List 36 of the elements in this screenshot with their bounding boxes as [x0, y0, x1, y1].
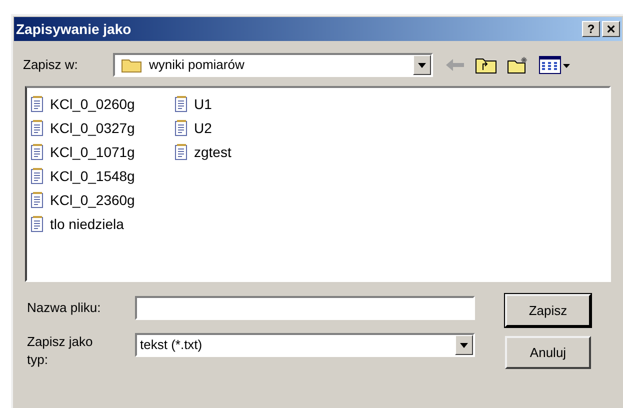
file-type-label: Zapisz jako typ:	[27, 333, 94, 369]
file-item[interactable]: KCl_0_0327g	[31, 116, 171, 140]
file-item[interactable]: tlo niedziela	[31, 212, 171, 236]
text-file-icon	[31, 192, 44, 208]
file-item[interactable]: KCl_0_0260g	[31, 92, 171, 116]
text-file-icon	[175, 144, 188, 160]
file-item[interactable]: KCl_0_2360g	[31, 188, 171, 212]
up-folder-icon[interactable]	[475, 56, 497, 74]
text-file-icon	[31, 216, 44, 232]
file-name-label: Nazwa pliku:	[27, 299, 102, 318]
close-button[interactable]: ×	[602, 21, 620, 37]
file-name-field[interactable]	[135, 296, 475, 320]
folder-dropdown[interactable]: wyniki pomiarów	[113, 53, 433, 77]
text-file-icon	[31, 168, 44, 184]
text-file-icon	[31, 144, 44, 160]
dropdown-arrow-icon	[460, 342, 468, 348]
save-button[interactable]: Zapisz	[505, 294, 591, 327]
save-in-label: Zapisz w:	[23, 56, 79, 74]
file-item[interactable]: U1	[175, 92, 315, 116]
text-file-icon	[175, 120, 188, 136]
window-title: Zapisywanie jako	[16, 20, 132, 39]
text-file-icon	[175, 96, 188, 112]
file-item[interactable]: KCl_0_1548g	[31, 164, 171, 188]
cancel-button[interactable]: Anuluj	[505, 336, 591, 369]
file-item[interactable]: U2	[175, 116, 315, 140]
dropdown-arrow-icon	[418, 62, 426, 68]
text-file-icon	[31, 96, 44, 112]
new-folder-icon[interactable]	[507, 56, 529, 74]
text-file-icon	[31, 120, 44, 136]
file-item[interactable]: KCl_0_1071g	[31, 140, 171, 164]
help-button[interactable]: ?	[582, 21, 600, 37]
file-type-dropdown[interactable]: tekst (*.txt)	[135, 333, 475, 357]
file-item[interactable]: zgtest	[175, 140, 315, 164]
view-menu-icon[interactable]	[539, 56, 571, 74]
folder-icon	[121, 57, 143, 73]
folder-name: wyniki pomiarów	[149, 56, 246, 74]
